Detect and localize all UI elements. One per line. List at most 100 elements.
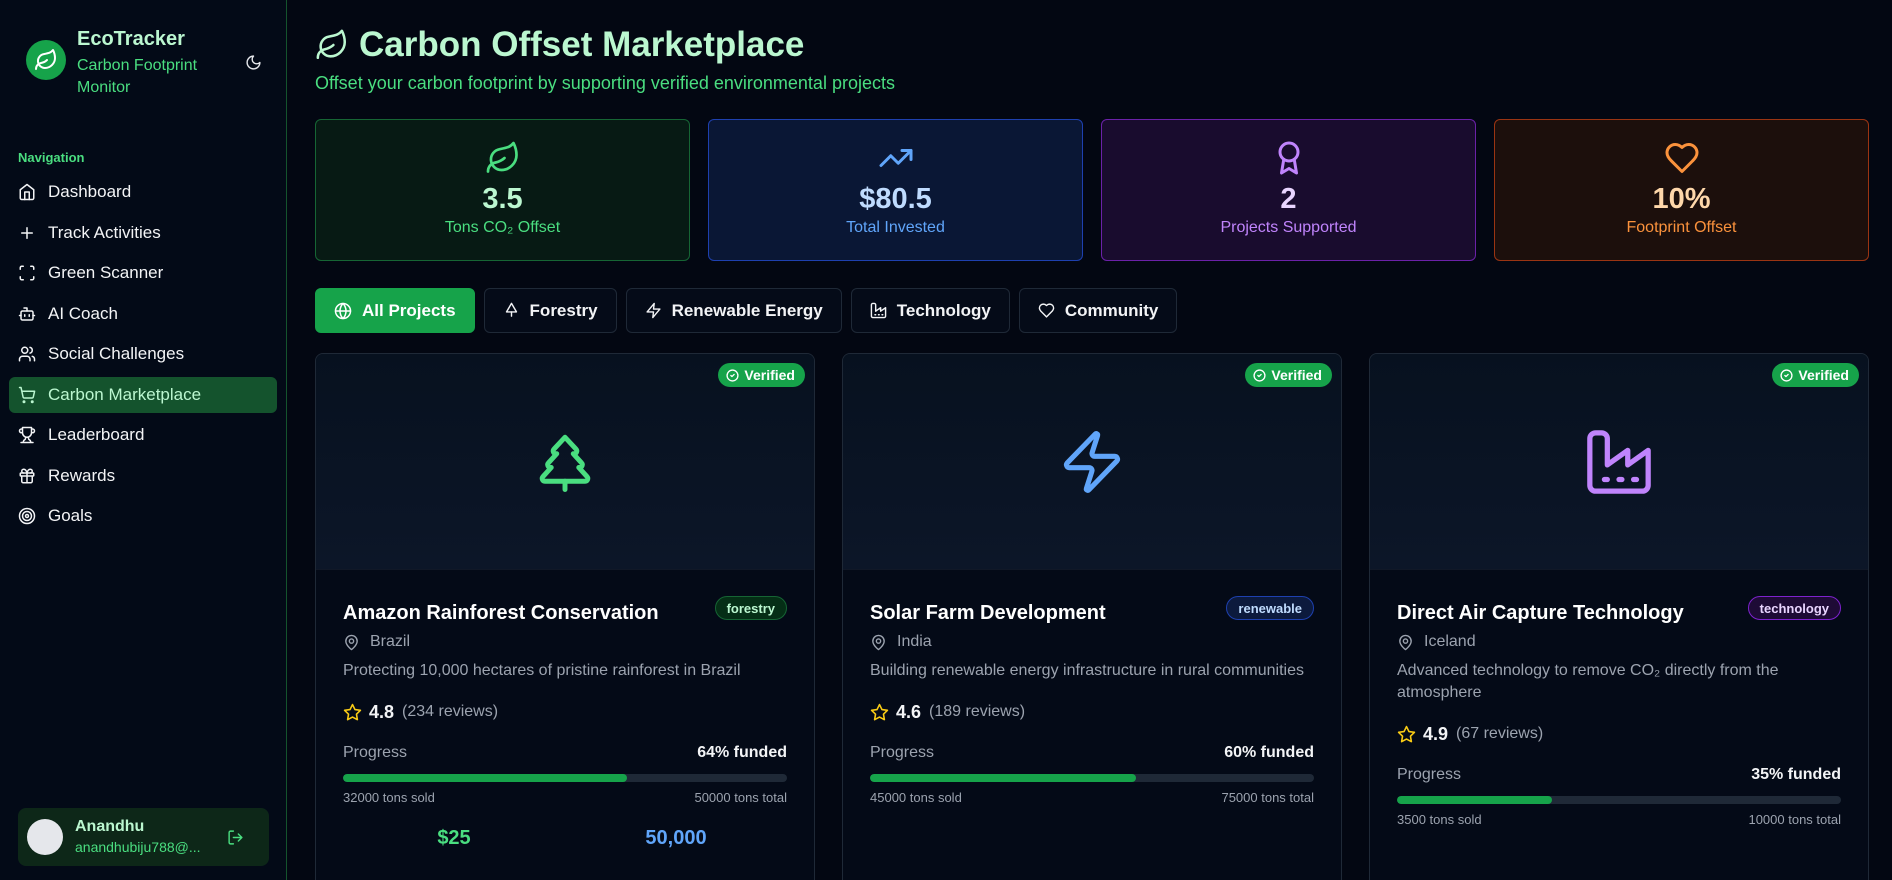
stat-card-invested: $80.5 Total Invested bbox=[708, 119, 1083, 261]
stat-value: $80.5 bbox=[859, 183, 932, 215]
map-pin-icon bbox=[870, 634, 897, 651]
check-circle-icon bbox=[1780, 368, 1798, 382]
filter-label: Technology bbox=[896, 300, 991, 320]
filter-community[interactable]: Community bbox=[1018, 288, 1178, 333]
tree-icon bbox=[503, 302, 530, 319]
rating-reviews: (234 reviews) bbox=[402, 703, 499, 720]
verified-label: Verified bbox=[1271, 367, 1322, 383]
category-badge: forestry bbox=[714, 596, 787, 620]
map-pin-icon bbox=[1397, 634, 1424, 651]
tons-total: 75000 tons total bbox=[1221, 790, 1314, 805]
sidebar-item-social-challenges[interactable]: Social Challenges bbox=[9, 336, 277, 372]
progress-label: Progress bbox=[870, 744, 935, 761]
filter-renewable-energy[interactable]: Renewable Energy bbox=[625, 288, 842, 333]
sidebar-item-goals[interactable]: Goals bbox=[9, 498, 277, 534]
progress-bar-fill bbox=[343, 774, 628, 782]
tree-icon bbox=[532, 429, 598, 495]
progress-bar bbox=[870, 774, 1314, 782]
app-title: EcoTracker bbox=[77, 28, 185, 50]
filter-technology[interactable]: Technology bbox=[850, 288, 1010, 333]
check-circle-icon bbox=[1253, 368, 1271, 382]
project-description: Building renewable energy infrastructure… bbox=[870, 662, 1304, 679]
check-circle-icon bbox=[726, 368, 744, 382]
tons-sold: 3500 tons sold bbox=[1397, 812, 1482, 827]
zap-icon bbox=[1058, 428, 1126, 496]
location-text: India bbox=[897, 633, 932, 650]
tons-sold: 32000 tons sold bbox=[343, 790, 435, 805]
verified-badge: Verified bbox=[1772, 363, 1859, 387]
filter-all-projects[interactable]: All Projects bbox=[315, 288, 475, 333]
progress-bar-fill bbox=[1397, 796, 1553, 804]
logout-icon[interactable] bbox=[227, 829, 244, 846]
stat-value: 10% bbox=[1652, 183, 1711, 215]
sidebar-item-ai-coach[interactable]: AI Coach bbox=[9, 296, 277, 332]
user-card: Anandhu anandhubiju788@... bbox=[18, 808, 269, 866]
map-pin-icon bbox=[343, 634, 370, 651]
trophy-icon bbox=[18, 426, 48, 444]
project-card[interactable]: Verified Direct Air Capture Technology t… bbox=[1369, 353, 1869, 880]
sidebar-item-dashboard[interactable]: Dashboard bbox=[9, 174, 277, 210]
project-location: India bbox=[870, 631, 1314, 653]
rating-score: 4.8 bbox=[369, 701, 395, 722]
sidebar-item-carbon-marketplace[interactable]: Carbon Marketplace bbox=[9, 376, 277, 413]
zap-icon bbox=[645, 302, 672, 319]
sidebar-nav: Dashboard Track Activities Green Scanner… bbox=[0, 174, 286, 534]
project-hero: Verified bbox=[316, 354, 814, 570]
stat-card-projects: 2 Projects Supported bbox=[1101, 119, 1476, 261]
sidebar-item-rewards[interactable]: Rewards bbox=[9, 458, 277, 494]
progress-funded: 64% funded bbox=[697, 744, 787, 761]
leaf-icon bbox=[26, 40, 66, 80]
stat-card-footprint: 10% Footprint Offset bbox=[1494, 119, 1869, 261]
sidebar-item-track-activities[interactable]: Track Activities bbox=[9, 215, 277, 251]
stat-label: Footprint Offset bbox=[1626, 219, 1737, 236]
scan-icon bbox=[18, 264, 48, 282]
project-card[interactable]: Verified Amazon Rainforest Conservation … bbox=[315, 353, 815, 880]
app-subtitle: Carbon Footprint Monitor bbox=[77, 57, 198, 96]
rating-score: 4.6 bbox=[896, 701, 922, 722]
filter-forestry[interactable]: Forestry bbox=[483, 288, 617, 333]
filter-label: Renewable Energy bbox=[671, 300, 823, 320]
project-location: Brazil bbox=[343, 631, 787, 653]
globe-icon bbox=[334, 302, 362, 320]
sidebar: EcoTracker Carbon Footprint Monitor Navi… bbox=[0, 0, 287, 880]
sidebar-item-label: Track Activities bbox=[48, 222, 161, 242]
progress-funded: 60% funded bbox=[1224, 744, 1314, 761]
rating-score: 4.9 bbox=[1423, 723, 1449, 744]
filter-label: All Projects bbox=[362, 300, 456, 320]
verified-label: Verified bbox=[1798, 367, 1849, 383]
star-icon bbox=[870, 703, 889, 722]
sidebar-item-label: Rewards bbox=[48, 465, 116, 485]
project-title: Direct Air Capture Technology bbox=[1397, 602, 1684, 624]
project-card[interactable]: Verified Solar Farm Development renewabl… bbox=[842, 353, 1342, 880]
progress-bar-fill bbox=[870, 774, 1137, 782]
sidebar-item-label: AI Coach bbox=[48, 303, 118, 323]
nav-section-label: Navigation bbox=[18, 150, 85, 165]
sidebar-item-leaderboard[interactable]: Leaderboard bbox=[9, 417, 277, 453]
bot-icon bbox=[18, 305, 48, 323]
project-grid: Verified Amazon Rainforest Conservation … bbox=[315, 353, 1892, 880]
rating-reviews: (189 reviews) bbox=[929, 703, 1026, 720]
moon-icon[interactable] bbox=[239, 48, 267, 76]
star-icon bbox=[343, 703, 362, 722]
category-filters: All Projects Forestry Renewable Energy T… bbox=[315, 288, 1892, 333]
factory-icon bbox=[1584, 427, 1654, 497]
tons-total: 10000 tons total bbox=[1748, 812, 1841, 827]
location-text: Brazil bbox=[370, 633, 411, 650]
progress-label: Progress bbox=[343, 744, 408, 761]
plus-icon bbox=[18, 224, 48, 242]
stat-value: 2 bbox=[1280, 183, 1297, 215]
project-description: Protecting 10,000 hectares of pristine r… bbox=[343, 662, 741, 679]
stats-row: 3.5 Tons CO₂ Offset $80.5 Total Invested… bbox=[315, 119, 1892, 261]
sidebar-item-label: Leaderboard bbox=[48, 425, 145, 444]
progress-funded: 35% funded bbox=[1751, 766, 1841, 783]
category-badge: technology bbox=[1747, 596, 1841, 620]
main-content: Carbon Offset Marketplace Offset your ca… bbox=[287, 0, 1892, 880]
heart-icon bbox=[1038, 302, 1065, 319]
tons-total: 50000 tons total bbox=[694, 790, 787, 805]
star-icon bbox=[1397, 725, 1416, 744]
stat-label: Tons CO₂ Offset bbox=[444, 219, 561, 236]
page-title: Carbon Offset Marketplace bbox=[359, 25, 805, 64]
sidebar-item-green-scanner[interactable]: Green Scanner bbox=[9, 255, 277, 291]
progress-bar bbox=[1397, 796, 1841, 804]
project-rating: 4.9 (67 reviews) bbox=[1397, 722, 1841, 746]
